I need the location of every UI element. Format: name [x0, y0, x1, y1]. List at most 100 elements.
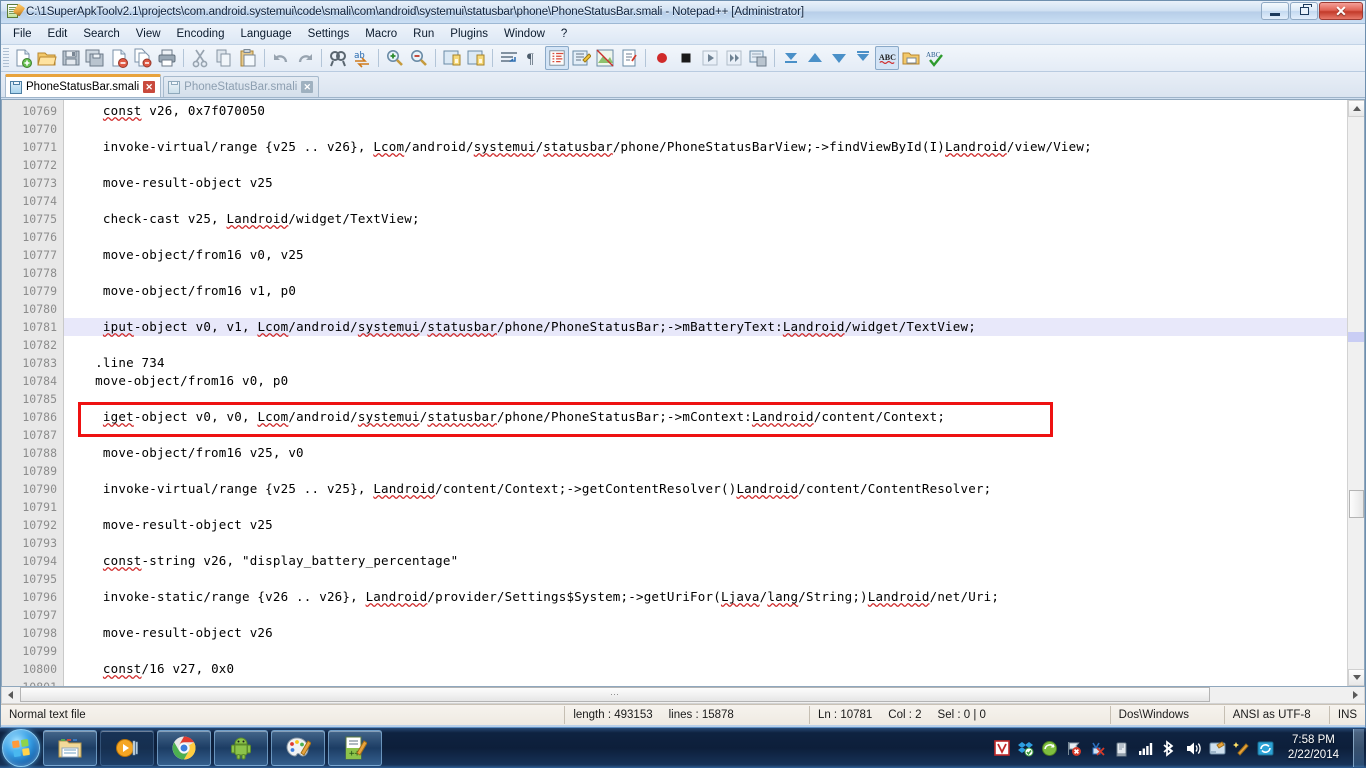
- menu-macro[interactable]: Macro: [357, 26, 405, 42]
- taskbar-paint[interactable]: [271, 730, 325, 766]
- tray-update-icon[interactable]: [1040, 738, 1060, 758]
- tray-safely-remove-icon[interactable]: [1088, 738, 1108, 758]
- code-line[interactable]: move-result-object v25: [64, 516, 1364, 534]
- code-line[interactable]: [64, 642, 1364, 660]
- indent-guide-icon[interactable]: [545, 46, 569, 70]
- tray-sync-icon[interactable]: [1256, 738, 1276, 758]
- close-file-icon[interactable]: [107, 46, 131, 70]
- zoom-out-icon[interactable]: [407, 46, 431, 70]
- bookmark-next-icon[interactable]: [827, 46, 851, 70]
- code-line[interactable]: move-object/from16 v0, p0: [64, 372, 1364, 390]
- spellcheck-abc-icon[interactable]: ABC: [875, 46, 899, 70]
- menu-window[interactable]: Window: [496, 26, 553, 42]
- folder-workspace-icon[interactable]: [899, 46, 923, 70]
- sync-horizontal-icon[interactable]: [464, 46, 488, 70]
- tray-signal-icon[interactable]: [1136, 738, 1156, 758]
- taskbar-android-tool[interactable]: [214, 730, 268, 766]
- close-all-icon[interactable]: [131, 46, 155, 70]
- scroll-right-button[interactable]: [1347, 688, 1364, 703]
- minimize-button[interactable]: [1261, 2, 1289, 20]
- tray-usb-icon[interactable]: [1112, 738, 1132, 758]
- code-line[interactable]: move-object/from16 v25, v0: [64, 444, 1364, 462]
- code-line[interactable]: move-result-object v26: [64, 624, 1364, 642]
- code-line[interactable]: move-object/from16 v1, p0: [64, 282, 1364, 300]
- code-line[interactable]: .line 734: [64, 354, 1364, 372]
- code-line[interactable]: const-string v26, "display_battery_perce…: [64, 552, 1364, 570]
- code-line[interactable]: [64, 120, 1364, 138]
- code-line[interactable]: [64, 426, 1364, 444]
- menu-view[interactable]: View: [128, 26, 169, 42]
- code-line[interactable]: invoke-static/range {v26 .. v26}, Landro…: [64, 588, 1364, 606]
- maximize-button[interactable]: [1290, 2, 1318, 20]
- print-icon[interactable]: [155, 46, 179, 70]
- function-list-icon[interactable]: [617, 46, 641, 70]
- user-lang-icon[interactable]: [569, 46, 593, 70]
- code-line[interactable]: [64, 300, 1364, 318]
- toolbar-grip[interactable]: [3, 48, 9, 68]
- zoom-in-icon[interactable]: [383, 46, 407, 70]
- code-line[interactable]: [64, 462, 1364, 480]
- tray-dropbox-icon[interactable]: [1016, 738, 1036, 758]
- taskbar-file-explorer[interactable]: [43, 730, 97, 766]
- tray-volume-icon[interactable]: [1184, 738, 1204, 758]
- record-macro-icon[interactable]: [650, 46, 674, 70]
- code-line[interactable]: check-cast v25, Landroid/widget/TextView…: [64, 210, 1364, 228]
- undo-icon[interactable]: [269, 46, 293, 70]
- spellcheck-run-icon[interactable]: ABC: [923, 46, 947, 70]
- code-line[interactable]: move-object/from16 v0, v25: [64, 246, 1364, 264]
- sync-vertical-icon[interactable]: [440, 46, 464, 70]
- doc-map-icon[interactable]: [593, 46, 617, 70]
- scroll-up-button[interactable]: [1348, 100, 1364, 117]
- horizontal-scroll-thumb[interactable]: ⋯: [20, 687, 1210, 702]
- taskbar-google-chrome[interactable]: [157, 730, 211, 766]
- close-button[interactable]: ✕: [1319, 2, 1363, 20]
- code-line[interactable]: [64, 498, 1364, 516]
- vertical-scroll-thumb[interactable]: [1349, 490, 1364, 518]
- code-line[interactable]: move-result-object v25: [64, 174, 1364, 192]
- code-line[interactable]: invoke-virtual/range {v25 .. v25}, Landr…: [64, 480, 1364, 498]
- menu-file[interactable]: File: [5, 26, 40, 42]
- menu-language[interactable]: Language: [232, 26, 299, 42]
- menu-plugins[interactable]: Plugins: [442, 26, 496, 42]
- menu-search[interactable]: Search: [75, 26, 127, 42]
- menu-encoding[interactable]: Encoding: [169, 26, 233, 42]
- play-macro-icon[interactable]: [698, 46, 722, 70]
- taskbar-media-player[interactable]: [100, 730, 154, 766]
- save-icon[interactable]: [59, 46, 83, 70]
- code-line[interactable]: [64, 264, 1364, 282]
- start-button[interactable]: [2, 729, 40, 767]
- code-line[interactable]: const v26, 0x7f070050: [64, 102, 1364, 120]
- code-line[interactable]: [64, 678, 1364, 686]
- find-icon[interactable]: [326, 46, 350, 70]
- code-line[interactable]: iget-object v0, v0, Lcom/android/systemu…: [64, 408, 1364, 426]
- copy-icon[interactable]: [212, 46, 236, 70]
- taskbar-notepadpp[interactable]: ++: [328, 730, 382, 766]
- code-line[interactable]: [64, 534, 1364, 552]
- tab-phonestatusbar-inactive[interactable]: PhoneStatusBar.smali ✕: [163, 76, 320, 97]
- vertical-scrollbar[interactable]: [1347, 100, 1364, 686]
- code-line[interactable]: [64, 390, 1364, 408]
- scroll-left-button[interactable]: [2, 688, 19, 703]
- tray-network-error-icon[interactable]: [1064, 738, 1084, 758]
- bookmark-first-icon[interactable]: [779, 46, 803, 70]
- open-file-icon[interactable]: [35, 46, 59, 70]
- redo-icon[interactable]: [293, 46, 317, 70]
- run-multi-macro-icon[interactable]: [722, 46, 746, 70]
- editor[interactable]: 10769 10770 10771 10772 10773 10774 10775 10776…: [1, 99, 1365, 687]
- tray-bluetooth-icon[interactable]: [1160, 738, 1180, 758]
- new-file-icon[interactable]: [11, 46, 35, 70]
- scroll-down-button[interactable]: [1348, 669, 1364, 686]
- word-wrap-icon[interactable]: [497, 46, 521, 70]
- paste-icon[interactable]: [236, 46, 260, 70]
- save-macro-icon[interactable]: [746, 46, 770, 70]
- code-line[interactable]: [64, 156, 1364, 174]
- replace-icon[interactable]: ab: [350, 46, 374, 70]
- tray-magic-icon[interactable]: [1232, 738, 1252, 758]
- bookmark-last-icon[interactable]: [851, 46, 875, 70]
- code-line[interactable]: [64, 570, 1364, 588]
- tab-close-icon[interactable]: ✕: [301, 81, 314, 93]
- code-text-area[interactable]: const v26, 0x7f070050 invoke-virtual/ran…: [64, 100, 1364, 686]
- code-line[interactable]: iput-object v0, v1, Lcom/android/systemu…: [64, 318, 1364, 336]
- code-line[interactable]: const/16 v27, 0x0: [64, 660, 1364, 678]
- code-line[interactable]: [64, 228, 1364, 246]
